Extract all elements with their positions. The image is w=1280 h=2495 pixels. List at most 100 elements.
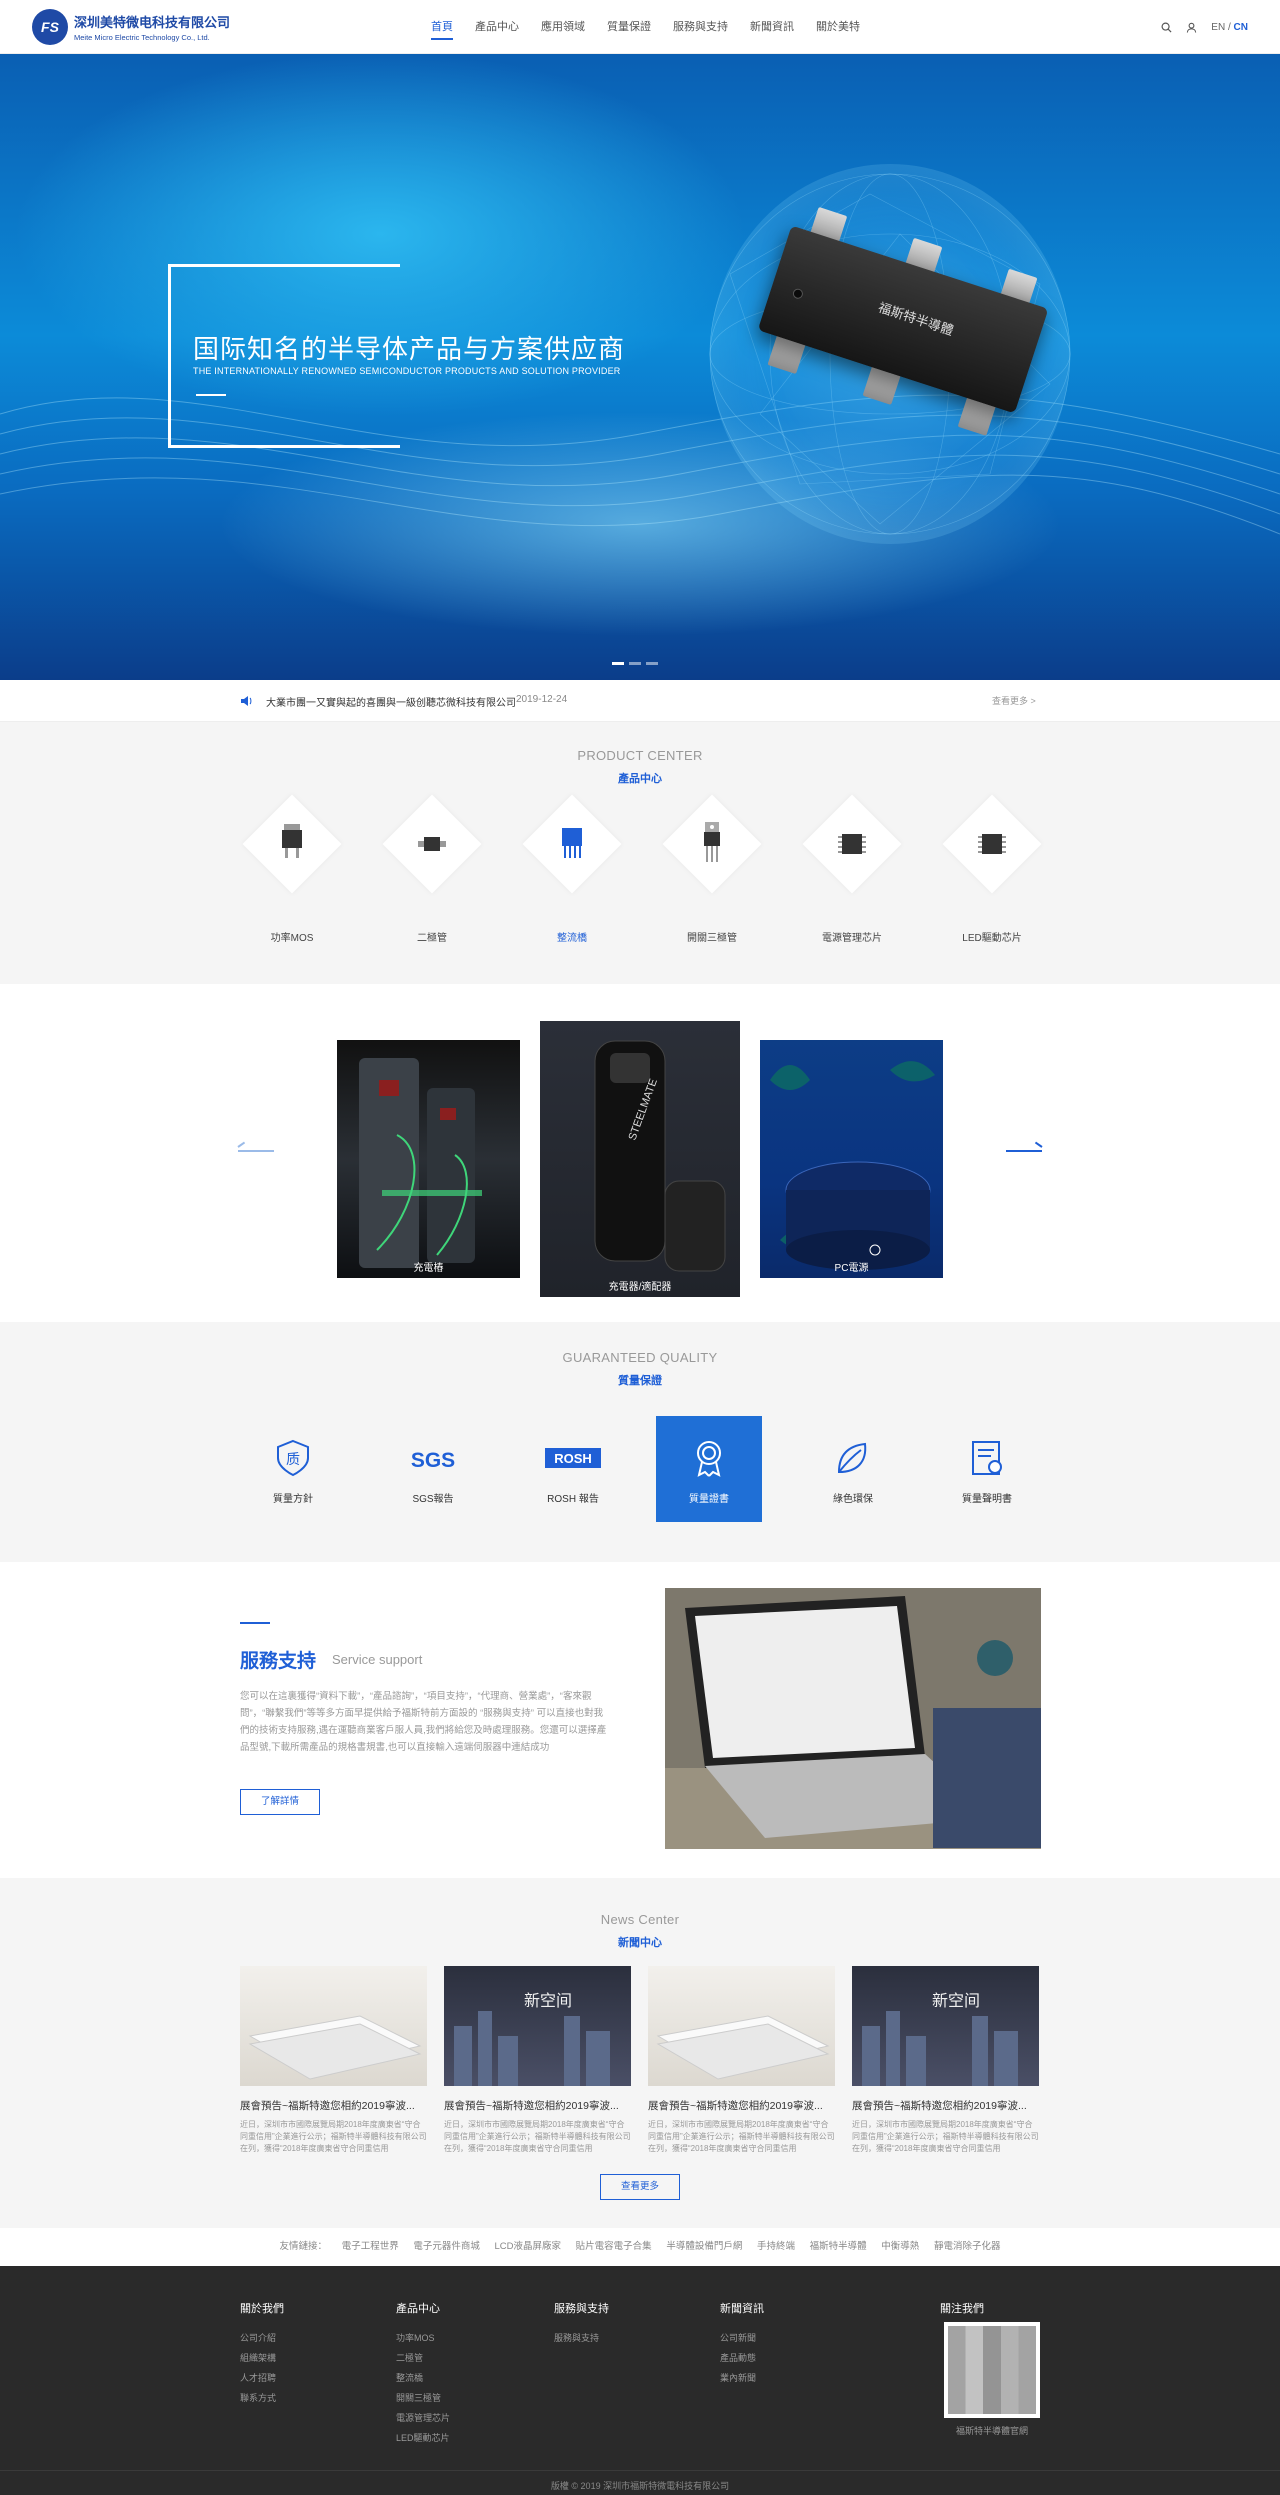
nav-quality[interactable]: 質量保證 [596,0,662,54]
footer-link[interactable]: 二極管 [396,2348,450,2368]
notice-date: 2019-12-24 [516,694,568,705]
section-title-en: GUARANTEED QUALITY [562,1350,718,1365]
friend-links: 友情鏈接： 電子工程世界 電子元器件商城 LCD液晶屏廠家 貼片電容電子合集 半… [0,2228,1280,2266]
svg-text:SGS: SGS [411,1449,455,1472]
logo-name-en: Meite Micro Electric Technology Co., Ltd… [74,33,210,42]
footer-link[interactable]: 公司新聞 [720,2328,764,2348]
footer: 關於我們 公司介紹 組織架構 人才招聘 聯系方式 產品中心 功率MOS 二極管 … [0,2266,1280,2495]
document-icon [972,1441,1002,1475]
notice-text[interactable]: 大業市團一又實與起的喜團與一級创聽芯微科技有限公司 [266,694,516,709]
notice-more-link[interactable]: 查看更多 > [992,694,1036,707]
svg-text:新空间: 新空间 [524,1991,572,2010]
arrow-right-icon[interactable] [1006,1150,1042,1152]
footer-col-service: 服務與支持 服務與支持 [554,2300,609,2348]
section-title-cn: 產品中心 [618,773,662,785]
friend-link[interactable]: 半導體設備門戶網 [666,2241,742,2252]
news-desc: 近日，深圳市市國際展覽局期2018年度廣東省“守合同重信用”企業進行公示；福斯特… [444,2120,631,2153]
quality-item-certificate[interactable]: 質量證書 [656,1416,762,1522]
lang-cn[interactable]: CN [1234,22,1248,33]
section-title-cn: 質量保證 [618,1375,662,1387]
service-description: 您可以在這裏獲得“資料下載”，“產品諮詢”，“項目支持”，“代理商、營業處”，“… [240,1691,607,1753]
footer-link[interactable]: 整流橋 [396,2368,450,2388]
footer-link[interactable]: 產品動態 [720,2348,764,2368]
hero-subtitle: THE INTERNATIONALLY RENOWNED SEMICONDUCT… [193,366,621,376]
app-card-charging-pile[interactable]: 充電樁 [337,1040,520,1278]
news-section: News Center 新聞中心 展會預告~福斯特邀您相約2019寧波... 近… [0,1878,1280,2228]
notice-bar: 大業市團一又實與起的喜團與一級创聽芯微科技有限公司 2019-12-24 查看更… [0,680,1280,722]
news-title[interactable]: 展會預告~福斯特邀您相約2019寧波... [240,2098,427,2113]
logo-name-cn: 深圳美特微电科技有限公司 [74,15,231,30]
main-nav: 首頁 產品中心 應用領域 質量保證 服務與支持 新聞資訊 關於美特 [420,0,871,54]
news-title[interactable]: 展會預告~福斯特邀您相約2019寧波... [852,2098,1039,2113]
news-title[interactable]: 展會預告~福斯特邀您相約2019寧波... [648,2098,835,2113]
car-charger-image: STEELMATE [594,1040,726,1272]
nav-about[interactable]: 關於美特 [805,0,871,54]
footer-link[interactable]: 開關三極管 [396,2388,450,2408]
quality-item-green[interactable]: 綠色環保 [800,1416,906,1522]
header: FS 深圳美特微电科技有限公司 Meite Micro Electric Tec… [0,0,1280,54]
award-ribbon-icon [697,1441,721,1477]
news-title[interactable]: 展會預告~福斯特邀您相約2019寧波... [444,2098,631,2113]
footer-link[interactable]: 服務與支持 [554,2328,609,2348]
footer-link[interactable]: 功率MOS [396,2328,450,2348]
friend-link[interactable]: 手持終端 [757,2241,795,2252]
nav-service[interactable]: 服務與支持 [662,0,739,54]
news-desc: 近日，深圳市市國際展覽局期2018年度廣東省“守合同重信用”企業進行公示；福斯特… [648,2120,835,2153]
charging-station-image [359,1058,482,1268]
friend-link[interactable]: 福斯特半導體 [810,2241,867,2252]
footer-col-news: 新聞資訊 公司新聞 產品動態 業內新聞 [720,2300,764,2388]
app-card-label: 充電樁 [413,1263,444,1274]
friend-link[interactable]: 中衡導熱 [881,2241,919,2252]
nav-home[interactable]: 首頁 [420,0,464,54]
quality-item-policy[interactable]: 质 質量方針 [240,1416,346,1522]
section-title-cn: 新聞中心 [618,1937,662,1949]
quality-section: GUARANTEED QUALITY 質量保證 质 質量方針 SGS SGS報告… [0,1322,1280,1562]
news-card[interactable]: 展會預告~福斯特邀您相約2019寧波... 近日，深圳市市國際展覽局期2018年… [648,1966,835,2155]
footer-link[interactable]: 公司介紹 [240,2328,284,2348]
news-card[interactable]: 展會預告~福斯特邀您相約2019寧波... 近日，深圳市市國際展覽局期2018年… [240,1966,427,2155]
slider-dot[interactable] [646,662,658,665]
news-card[interactable]: 新空间 展會預告~福斯特邀您相約2019寧波... 近日，深圳市市國際展覽局期2… [444,1966,631,2155]
qr-code-image [944,2322,1040,2418]
service-section: 服務支持 Service support 您可以在這裏獲得“資料下載”，“產品諮… [0,1562,1280,1878]
sgs-logo-icon: SGS [411,1449,455,1472]
app-card-label: 充電器/適配器 [608,1282,672,1293]
arrow-left-icon[interactable] [238,1150,274,1152]
friend-link[interactable]: 電子工程世界 [342,2241,399,2252]
friend-links-label: 友情鏈接： [279,2241,328,2252]
news-card[interactable]: 新空间 展會預告~福斯特邀您相約2019寧波... 近日，深圳市市國際展覽局期2… [852,1966,1039,2155]
quality-item-sgs[interactable]: SGS SGS報告 [380,1416,486,1522]
transistor-icon [704,822,720,862]
footer-col-about: 關於我們 公司介紹 組織架構 人才招聘 聯系方式 [240,2300,284,2408]
user-icon[interactable] [1186,22,1197,33]
footer-link[interactable]: LED驅動芯片 [396,2428,450,2448]
friend-link[interactable]: 電子元器件商城 [413,2241,480,2252]
footer-link[interactable]: 電源管理芯片 [396,2408,450,2428]
application-carousel: 充電樁 STEELMATE 充電器/適配器 PC電源 [0,984,1280,1322]
friend-link[interactable]: 靜電消除子化器 [934,2241,1001,2252]
quality-item-rosh[interactable]: ROSH ROSH 報告 [520,1416,626,1522]
footer-link[interactable]: 業內新聞 [720,2368,764,2388]
app-card-charger[interactable]: STEELMATE 充電器/適配器 [540,1021,740,1297]
logo[interactable]: FS 深圳美特微电科技有限公司 Meite Micro Electric Tec… [32,9,230,45]
hero-banner: 福斯特半導體 国际知名的半导体产品与方案供应商 THE INTERNATIONA… [0,54,1280,680]
service-title-en: Service support [332,1652,423,1667]
footer-link[interactable]: 組織架構 [240,2348,284,2368]
nav-news[interactable]: 新聞資訊 [739,0,805,54]
news-more-button[interactable]: 查看更多 [600,2174,680,2200]
friend-link[interactable]: LCD液晶屏廠家 [495,2241,562,2252]
search-icon[interactable] [1161,22,1172,33]
footer-link[interactable]: 人才招聘 [240,2368,284,2388]
footer-link[interactable]: 聯系方式 [240,2388,284,2408]
diode-icon [418,837,446,851]
app-card-pc-power[interactable]: PC電源 [760,1040,943,1278]
quality-item-statement[interactable]: 質量聲明書 [934,1416,1040,1522]
slider-dots [612,662,658,665]
nav-products[interactable]: 產品中心 [464,0,530,54]
lang-en[interactable]: EN [1211,22,1225,33]
slider-dot[interactable] [612,662,624,665]
nav-applications[interactable]: 應用領域 [530,0,596,54]
slider-dot[interactable] [629,662,641,665]
friend-link[interactable]: 貼片電容電子合集 [576,2241,652,2252]
learn-more-button[interactable]: 了解詳情 [240,1789,320,1815]
